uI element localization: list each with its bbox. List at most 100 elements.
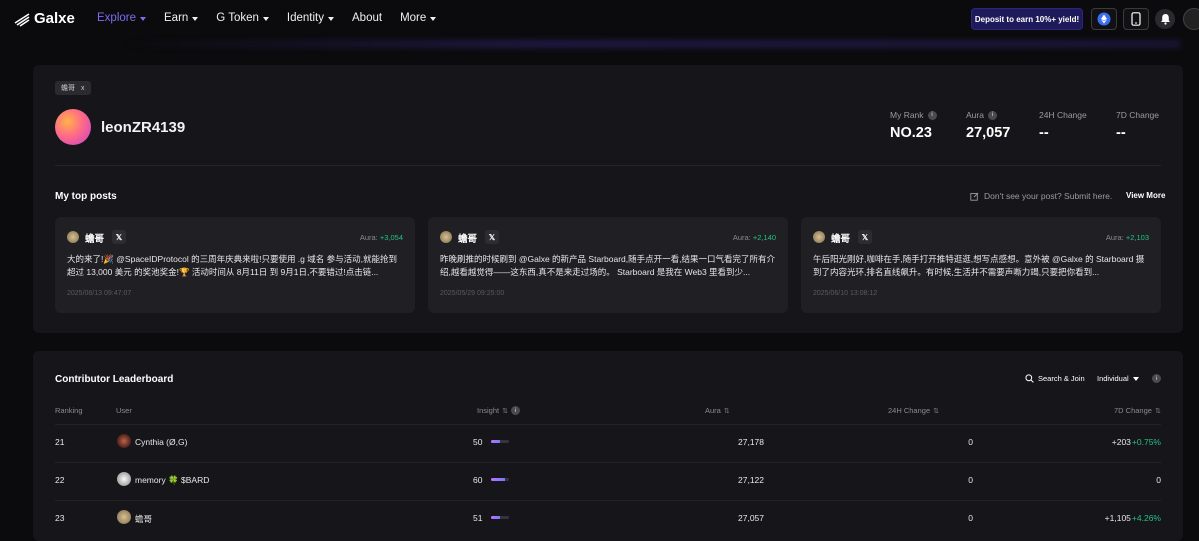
insight-bar-fill bbox=[491, 516, 500, 519]
post-aura-value: +3,054 bbox=[379, 233, 403, 242]
stat-7d-label: 7D Change bbox=[1116, 110, 1160, 120]
info-icon[interactable]: i bbox=[927, 110, 937, 120]
profile-username: leonZR4139 bbox=[101, 119, 186, 136]
leaderboard-info[interactable]: i bbox=[1152, 374, 1161, 383]
deposit-button[interactable]: Deposit to earn 10%+ yield! bbox=[971, 8, 1083, 30]
edit-icon bbox=[970, 192, 979, 201]
nav-glow bbox=[120, 40, 1180, 48]
menu-explore[interactable]: Explore bbox=[97, 12, 146, 24]
divider bbox=[55, 165, 1161, 166]
filter-dropdown[interactable]: Individual bbox=[1097, 374, 1139, 383]
mobile-app-button[interactable] bbox=[1123, 8, 1149, 30]
leaderboard-card: Contributor Leaderboard Search & Join In… bbox=[33, 351, 1183, 541]
post-author: 蟾哥 bbox=[458, 234, 478, 245]
user-avatar bbox=[117, 472, 131, 486]
insight-bar bbox=[491, 440, 509, 443]
post-card[interactable]: 蟾哥 𝕏 Aura: +2,140 昨晚刷推的时候刷到 @Galxe 的新产品 … bbox=[428, 217, 788, 313]
galxe-logo[interactable]: Galxe bbox=[14, 10, 75, 27]
chevron-down-icon bbox=[262, 16, 269, 21]
galxe-logo-icon bbox=[14, 12, 30, 27]
stat-rank: My Rank i NO.23 bbox=[890, 110, 937, 141]
chevron-down-icon bbox=[140, 16, 146, 21]
x-logo-icon[interactable]: 𝕏 bbox=[485, 230, 499, 244]
view-more-button[interactable]: View More bbox=[1126, 191, 1165, 200]
post-text: 昨晚刷推的时候刷到 @Galxe 的新产品 Starboard,随手点开一看,结… bbox=[440, 254, 775, 277]
info-icon: i bbox=[510, 406, 520, 415]
stat-24h-change: 24H Change -- bbox=[1039, 110, 1087, 141]
search-join-button[interactable]: Search & Join bbox=[1025, 374, 1085, 383]
col-24h-change[interactable]: 24H Change ⇅ bbox=[888, 406, 939, 415]
row-rank: 22 bbox=[55, 475, 65, 485]
menu-g-token[interactable]: G Token bbox=[216, 12, 269, 24]
row-aura: 27,057 bbox=[738, 513, 764, 523]
x-logo-icon[interactable]: 𝕏 bbox=[112, 230, 126, 244]
row-aura: 27,178 bbox=[738, 437, 764, 447]
row-rank: 23 bbox=[55, 513, 65, 523]
post-aura: Aura: +3,054 bbox=[360, 233, 403, 242]
row-7d-change: +203+0.75% bbox=[1112, 437, 1161, 447]
user-avatar bbox=[117, 434, 131, 448]
network-button[interactable] bbox=[1091, 8, 1117, 30]
profile-card: 蟾哥 x leonZR4139 My Rank i NO.23 Aura i 27,… bbox=[33, 65, 1183, 333]
post-aura-label: Aura: bbox=[732, 233, 751, 242]
menu-about[interactable]: About bbox=[352, 12, 382, 24]
menu-more[interactable]: More bbox=[400, 12, 437, 24]
post-aura-value: +2,140 bbox=[752, 233, 776, 242]
post-author-avatar bbox=[67, 231, 79, 243]
top-nav: Galxe Explore Earn G Token Identity Abou… bbox=[0, 0, 1199, 40]
col-insight[interactable]: Insight ⇅ i bbox=[477, 406, 520, 415]
profile-tag[interactable]: 蟾哥 x bbox=[55, 81, 91, 95]
row-7d-value: 0 bbox=[1156, 475, 1161, 485]
menu-earn[interactable]: Earn bbox=[164, 12, 199, 24]
post-card[interactable]: 蟾哥 𝕏 Aura: +2,103 午后阳光刚好,咖啡在手,随手打开推特逛逛,想… bbox=[801, 217, 1161, 313]
search-join-label: Search & Join bbox=[1038, 374, 1085, 383]
submit-post-link[interactable]: Don't see your post? Submit here. bbox=[970, 191, 1112, 201]
chevron-down-icon bbox=[1132, 377, 1139, 381]
post-date: 2025/05/29 09:25:00 bbox=[440, 290, 505, 297]
row-user[interactable]: 蟾哥 bbox=[135, 513, 152, 525]
row-7d-pct: +4.26% bbox=[1131, 513, 1161, 523]
stat-aura: Aura i 27,057 bbox=[966, 110, 1010, 141]
insight-bar-fill bbox=[491, 440, 500, 443]
profile-avatar bbox=[55, 109, 91, 145]
leaderboard-title: Contributor Leaderboard bbox=[55, 374, 174, 385]
col-insight-label: Insight bbox=[477, 406, 500, 415]
menu-about-label: About bbox=[352, 12, 383, 24]
row-24h-change: 0 bbox=[968, 513, 973, 523]
search-icon bbox=[1025, 374, 1034, 383]
stat-aura-value: 27,057 bbox=[966, 125, 1011, 141]
menu-earn-label: Earn bbox=[164, 12, 189, 24]
x-logo-icon[interactable]: 𝕏 bbox=[858, 230, 872, 244]
post-card[interactable]: 蟾哥 𝕏 Aura: +3,054 大的来了!🎉 @SpaceIDProtoco… bbox=[55, 217, 415, 313]
sort-icon: ⇅ bbox=[723, 407, 730, 415]
col-7d-change[interactable]: 7D Change ⇅ bbox=[1114, 406, 1161, 415]
row-7d-value: +203 bbox=[1111, 437, 1131, 447]
row-insight: 51 bbox=[473, 513, 483, 523]
user-avatar[interactable] bbox=[1183, 8, 1199, 30]
info-icon: i bbox=[1152, 374, 1161, 383]
col-aura[interactable]: Aura ⇅ bbox=[705, 406, 730, 415]
row-user[interactable]: Cynthia (Ø,G) bbox=[135, 437, 187, 447]
notifications-button[interactable] bbox=[1155, 9, 1175, 29]
stat-aura-label: Aura bbox=[966, 110, 984, 120]
stat-24h-value: -- bbox=[1039, 125, 1049, 141]
col-7d-label: 7D Change bbox=[1114, 406, 1152, 415]
submit-post-label: Don't see your post? Submit here. bbox=[984, 191, 1113, 201]
post-aura: Aura: +2,140 bbox=[733, 233, 776, 242]
bell-icon bbox=[1160, 14, 1170, 25]
sort-icon: ⇅ bbox=[1154, 407, 1161, 415]
post-author: 蟾哥 bbox=[85, 234, 105, 245]
table-row[interactable]: 23 蟾哥 51 27,057 0 +1,105+4.26% bbox=[55, 500, 1161, 538]
insight-bar-fill bbox=[491, 478, 506, 481]
post-aura-label: Aura: bbox=[359, 233, 378, 242]
menu-identity[interactable]: Identity bbox=[287, 12, 334, 24]
row-user[interactable]: memory 🍀 $BARD bbox=[135, 475, 209, 486]
table-row[interactable]: 22 memory 🍀 $BARD 60 27,122 0 0 bbox=[55, 462, 1161, 500]
row-24h-change: 0 bbox=[968, 475, 973, 485]
post-author-avatar bbox=[440, 231, 452, 243]
chevron-down-icon bbox=[430, 16, 437, 21]
post-date: 2025/08/13 09:47:07 bbox=[67, 290, 132, 297]
chevron-down-icon bbox=[328, 16, 334, 21]
info-icon[interactable]: i bbox=[987, 110, 997, 120]
table-row[interactable]: 21 Cynthia (Ø,G) 50 27,178 0 +203+0.75% bbox=[55, 424, 1161, 462]
